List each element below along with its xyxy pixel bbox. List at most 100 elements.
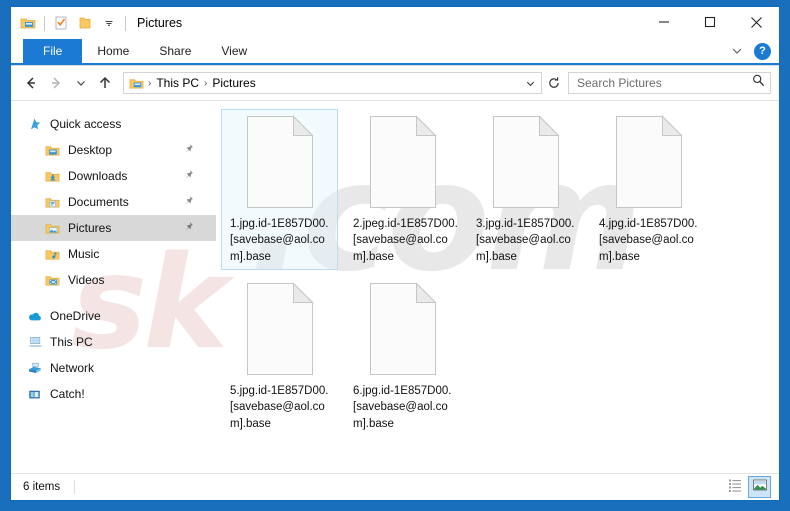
address-bar: › This PC › Pictures Search Pictures bbox=[11, 66, 779, 100]
generic-file-icon bbox=[243, 281, 317, 377]
large-icons-view-icon bbox=[752, 477, 768, 498]
this-pc-icon bbox=[27, 334, 45, 350]
breadcrumb-pictures[interactable]: Pictures bbox=[208, 76, 259, 90]
folder-downloads-icon bbox=[45, 168, 63, 184]
sidebar-item-label: Music bbox=[68, 247, 100, 261]
sidebar-group-quick-access[interactable]: Quick access bbox=[11, 111, 216, 137]
pin-icon[interactable] bbox=[183, 141, 194, 159]
file-item[interactable]: 5.jpg.id-1E857D00.[savebase@aol.com].bas… bbox=[221, 276, 338, 437]
ribbon-tabstrip: File Home Share View ? bbox=[11, 39, 779, 63]
help-icon[interactable]: ? bbox=[754, 42, 771, 60]
folder-desktop-icon bbox=[45, 142, 63, 158]
file-name: 3.jpg.id-1E857D00.[savebase@aol.com].bas… bbox=[476, 218, 575, 263]
customize-dropdown-icon[interactable] bbox=[98, 12, 120, 34]
sidebar-item-label: Catch! bbox=[50, 387, 85, 401]
folder-pictures-icon bbox=[45, 220, 63, 236]
large-icons-view-button[interactable] bbox=[748, 476, 771, 498]
search-placeholder: Search Pictures bbox=[577, 76, 662, 90]
file-explorer-window: Pictures File Home Share View ? › This P… bbox=[10, 6, 780, 501]
sidebar-item-label: OneDrive bbox=[50, 309, 101, 323]
sidebar-group-label: Quick access bbox=[50, 117, 122, 131]
explorer-system-icon[interactable] bbox=[17, 12, 39, 34]
sidebar-item-downloads[interactable]: Downloads bbox=[11, 163, 216, 189]
file-item[interactable]: 4.jpg.id-1E857D00.[savebase@aol.com].bas… bbox=[590, 109, 707, 270]
title-bar: Pictures bbox=[11, 7, 779, 39]
onedrive-cloud-icon bbox=[27, 308, 45, 324]
file-item[interactable]: 2.jpeg.id-1E857D00.[savebase@aol.com].ba… bbox=[344, 109, 461, 270]
sidebar-item-onedrive[interactable]: OneDrive bbox=[11, 303, 216, 329]
sidebar-item-label: Videos bbox=[68, 273, 105, 287]
breadcrumb[interactable]: › This PC › Pictures bbox=[123, 72, 542, 94]
file-item[interactable]: 3.jpg.id-1E857D00.[savebase@aol.com].bas… bbox=[467, 109, 584, 270]
folder-videos-icon bbox=[45, 272, 63, 288]
folder-music-icon bbox=[45, 246, 63, 262]
sidebar-item-label: Desktop bbox=[68, 143, 113, 157]
file-name: 4.jpg.id-1E857D00.[savebase@aol.com].bas… bbox=[599, 218, 698, 263]
sidebar-item-label: Documents bbox=[68, 195, 129, 209]
explorer-body: sk .com Quick access Desktop Downloads D… bbox=[11, 100, 779, 473]
breadcrumb-folder-icon bbox=[129, 75, 147, 91]
refresh-button[interactable] bbox=[543, 72, 565, 94]
sidebar-item-desktop[interactable]: Desktop bbox=[11, 137, 216, 163]
qat-separator-2 bbox=[125, 15, 126, 31]
recent-locations-button[interactable] bbox=[71, 70, 91, 96]
minimize-button[interactable] bbox=[641, 7, 687, 37]
file-name: 5.jpg.id-1E857D00.[savebase@aol.com].bas… bbox=[230, 384, 329, 430]
details-view-icon bbox=[727, 477, 743, 498]
generic-file-icon bbox=[612, 114, 686, 210]
close-button[interactable] bbox=[733, 7, 779, 37]
search-icon[interactable] bbox=[751, 73, 766, 93]
folder-documents-icon bbox=[45, 194, 63, 210]
sidebar-item-music[interactable]: Music bbox=[11, 241, 216, 267]
up-button[interactable] bbox=[92, 70, 118, 96]
back-button[interactable] bbox=[17, 70, 43, 96]
pin-icon[interactable] bbox=[183, 219, 194, 237]
tab-share[interactable]: Share bbox=[144, 39, 206, 63]
new-folder-icon[interactable] bbox=[74, 12, 96, 34]
sidebar-item-network[interactable]: Network bbox=[11, 355, 216, 381]
sidebar-item-label: Network bbox=[50, 361, 95, 375]
sidebar-gap-1 bbox=[11, 293, 216, 303]
file-name: 1.jpg.id-1E857D00.[savebase@aol.com].bas… bbox=[230, 218, 329, 263]
sidebar-item-label: Downloads bbox=[68, 169, 128, 183]
sidebar-item-documents[interactable]: Documents bbox=[11, 189, 216, 215]
file-list[interactable]: 1.jpg.id-1E857D00.[savebase@aol.com].bas… bbox=[216, 101, 779, 473]
status-separator bbox=[74, 480, 76, 494]
item-count: 6 items bbox=[23, 481, 61, 493]
generic-file-icon bbox=[489, 114, 563, 210]
caption-buttons bbox=[641, 7, 779, 37]
search-input[interactable]: Search Pictures bbox=[568, 72, 771, 94]
network-icon bbox=[27, 360, 45, 376]
tab-view[interactable]: View bbox=[206, 39, 262, 63]
details-view-button[interactable] bbox=[723, 476, 746, 498]
properties-icon[interactable] bbox=[50, 12, 72, 34]
tab-home[interactable]: Home bbox=[82, 39, 144, 63]
sidebar-item-label: Pictures bbox=[68, 221, 112, 235]
sidebar-item-videos[interactable]: Videos bbox=[11, 267, 216, 293]
sidebar-item-catch[interactable]: Catch! bbox=[11, 381, 216, 407]
maximize-button[interactable] bbox=[687, 7, 733, 37]
file-name: 6.jpg.id-1E857D00.[savebase@aol.com].bas… bbox=[353, 384, 452, 430]
generic-file-icon bbox=[366, 114, 440, 210]
sidebar-item-this-pc[interactable]: This PC bbox=[11, 329, 216, 355]
pin-icon[interactable] bbox=[183, 167, 194, 185]
pin-icon[interactable] bbox=[183, 193, 194, 211]
tab-file[interactable]: File bbox=[23, 39, 83, 63]
qat-separator-1 bbox=[44, 15, 45, 31]
forward-button[interactable] bbox=[44, 70, 70, 96]
status-bar: 6 items bbox=[11, 473, 779, 500]
address-dropdown-icon[interactable] bbox=[522, 73, 539, 93]
window-title: Pictures bbox=[137, 16, 183, 30]
view-switcher bbox=[723, 476, 771, 498]
generic-file-icon bbox=[366, 281, 440, 377]
file-item[interactable]: 1.jpg.id-1E857D00.[savebase@aol.com].bas… bbox=[221, 109, 338, 270]
generic-file-icon bbox=[243, 114, 317, 210]
catch-icon bbox=[27, 386, 45, 402]
breadcrumb-this-pc[interactable]: This PC bbox=[152, 76, 203, 90]
sidebar-item-pictures[interactable]: Pictures bbox=[11, 215, 216, 241]
chevron-down-icon[interactable] bbox=[726, 40, 748, 62]
file-item[interactable]: 6.jpg.id-1E857D00.[savebase@aol.com].bas… bbox=[344, 276, 461, 437]
ribbon-right-controls: ? bbox=[726, 39, 775, 63]
quick-access-toolbar bbox=[11, 12, 129, 34]
navigation-pane: Quick access Desktop Downloads Documents… bbox=[11, 101, 216, 473]
